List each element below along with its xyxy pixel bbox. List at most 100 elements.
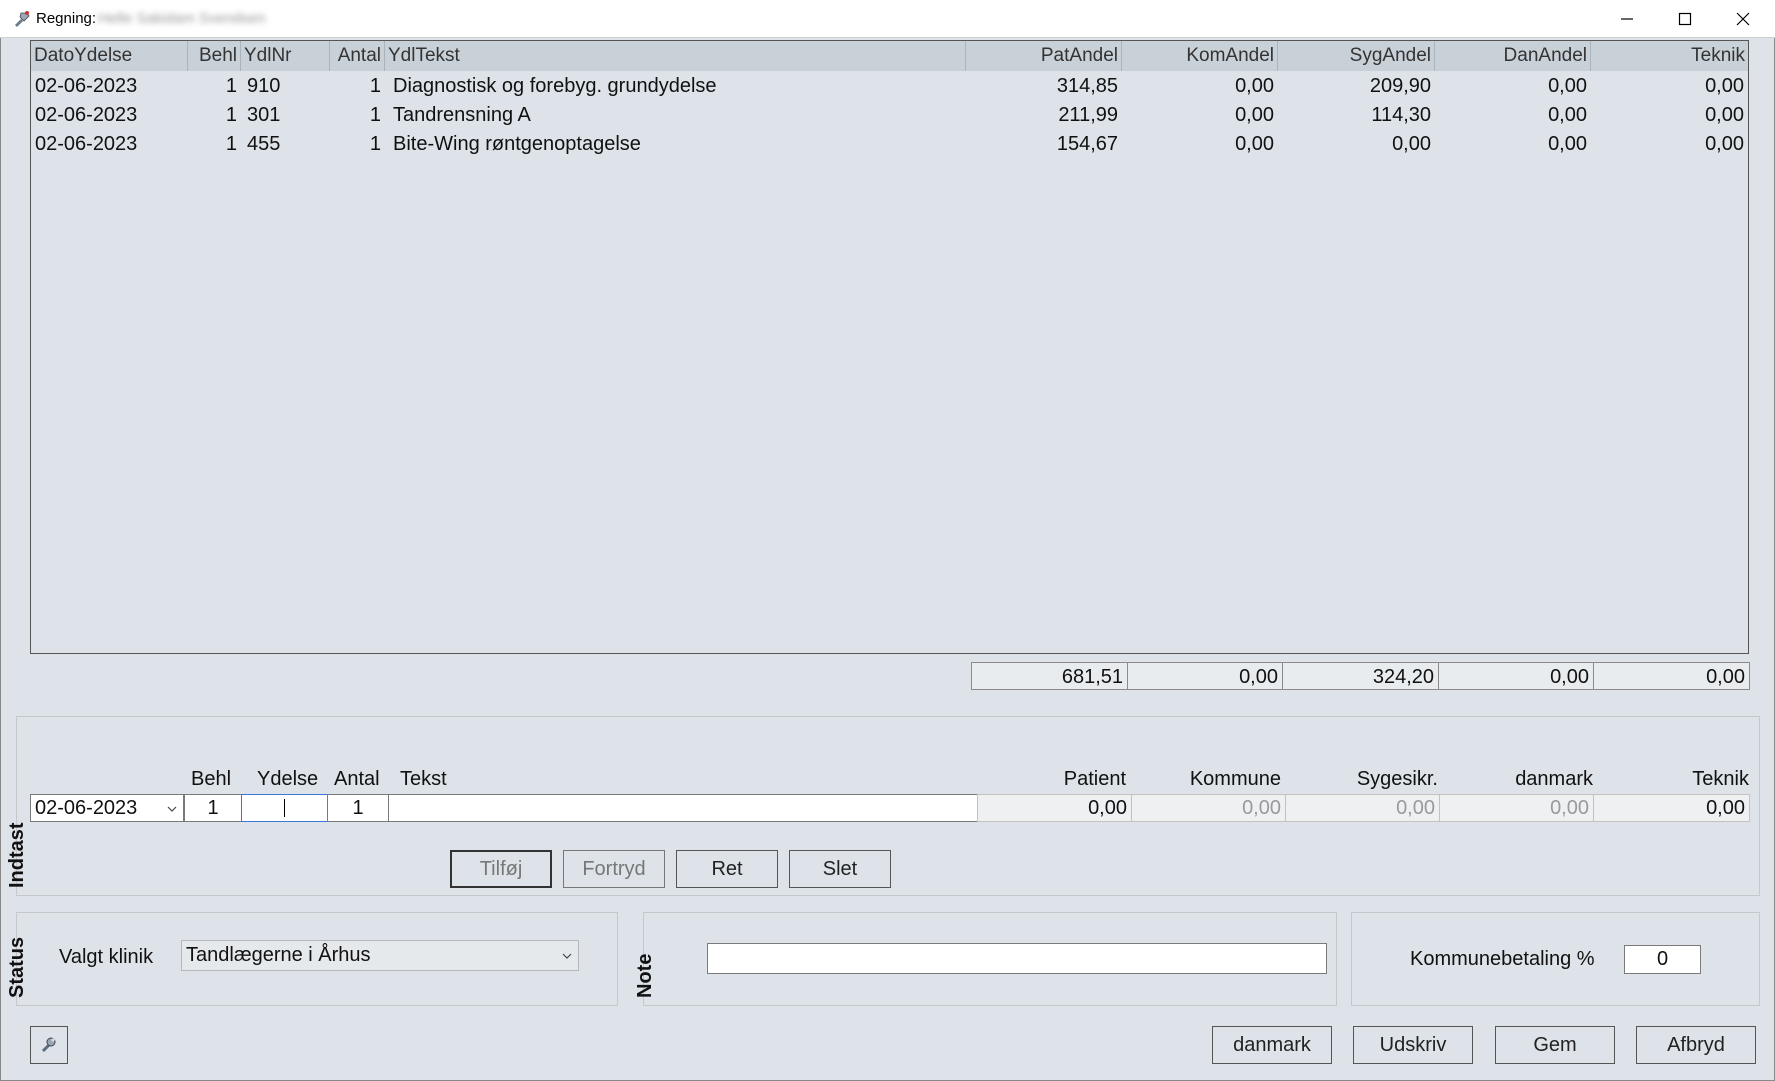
behl-input[interactable]: 1	[184, 794, 242, 822]
klinik-label: Valgt klinik	[59, 946, 154, 968]
ret-button[interactable]: Ret	[676, 850, 778, 888]
total-danandel: 0,00	[1438, 662, 1594, 690]
cell-antal: 1	[369, 75, 381, 97]
header-antal: Antal	[334, 768, 380, 790]
cell-sygandel: 209,90	[1369, 75, 1431, 97]
header-tekst: Tekst	[400, 768, 447, 790]
sygesikr-amount: 0,00	[1285, 794, 1440, 822]
app-icon	[15, 11, 30, 27]
ydelser-grid[interactable]: DatoYdelse Behl YdlNr Antal YdlTekst Pat…	[30, 40, 1749, 654]
cell-komandel: 0,00	[1235, 104, 1274, 126]
status-group-label: Status	[6, 936, 28, 998]
patient-amount[interactable]: 0,00	[977, 794, 1132, 822]
title-bar: Regning: Helle Sakidam Svendsen	[0, 0, 1775, 38]
udskriv-button[interactable]: Udskriv	[1353, 1026, 1473, 1064]
maximize-icon	[1678, 12, 1692, 26]
cell-danandel: 0,00	[1548, 133, 1587, 155]
total-sygandel: 324,20	[1282, 662, 1439, 690]
header-sygesikr: Sygesikr.	[1356, 768, 1438, 790]
header-behl: Behl	[191, 768, 232, 790]
header-patient: Patient	[1063, 768, 1126, 790]
danmark-amount: 0,00	[1439, 794, 1594, 822]
col-header-behl[interactable]: Behl	[188, 41, 241, 71]
cell-patandel: 314,85	[1056, 75, 1118, 97]
date-picker[interactable]: 02-06-2023	[30, 794, 184, 822]
table-row[interactable]: 02-06-2023 1 301 1 Tandrensning A 211,99…	[31, 101, 1748, 130]
cell-antal: 1	[369, 133, 381, 155]
col-header-patandel[interactable]: PatAndel	[966, 41, 1122, 71]
col-header-teknik[interactable]: Teknik	[1591, 41, 1748, 71]
cell-antal: 1	[369, 104, 381, 126]
close-button[interactable]	[1714, 0, 1772, 38]
cell-ydltekst: Tandrensning A	[393, 104, 531, 126]
cell-behl: 1	[225, 133, 237, 155]
tool-button[interactable]	[30, 1026, 68, 1064]
tilfoj-button[interactable]: Tilføj	[450, 850, 552, 888]
fortryd-button[interactable]: Fortryd	[563, 850, 665, 888]
cell-ydlnr: 455	[247, 133, 281, 155]
col-header-sygandel[interactable]: SygAndel	[1278, 41, 1435, 71]
indtast-group-label: Indtast	[6, 822, 28, 888]
klinik-select[interactable]: Tandlægerne i Århus	[181, 940, 579, 971]
cell-danandel: 0,00	[1548, 75, 1587, 97]
col-header-danandel[interactable]: DanAndel	[1435, 41, 1591, 71]
chevron-down-icon[interactable]	[562, 951, 572, 961]
cell-komandel: 0,00	[1235, 75, 1274, 97]
ydelse-input[interactable]	[241, 794, 328, 822]
col-header-ydltekst[interactable]: YdlTekst	[385, 41, 966, 71]
cell-teknik: 0,00	[1705, 75, 1744, 97]
kommune-amount: 0,00	[1131, 794, 1286, 822]
klinik-value: Tandlægerne i Århus	[186, 944, 371, 966]
col-header-ydlnr[interactable]: YdlNr	[241, 41, 330, 71]
cell-patandel: 154,67	[1056, 133, 1118, 155]
window-title-patient-name: Helle Sakidam Svendsen	[98, 10, 266, 27]
cell-patandel: 211,99	[1058, 104, 1118, 126]
total-teknik: 0,00	[1593, 662, 1750, 690]
table-row[interactable]: 02-06-2023 1 455 1 Bite-Wing røntgenopta…	[31, 130, 1748, 159]
cell-danandel: 0,00	[1548, 104, 1587, 126]
cell-dato: 02-06-2023	[35, 75, 138, 97]
cell-sygandel: 114,30	[1371, 104, 1431, 126]
cell-ydltekst: Diagnostisk og forebyg. grundydelse	[393, 75, 717, 97]
teknik-amount[interactable]: 0,00	[1593, 794, 1750, 822]
close-icon	[1736, 12, 1750, 26]
header-danmark: danmark	[1515, 768, 1593, 790]
tool-icon	[41, 1037, 56, 1053]
grid-header: DatoYdelse Behl YdlNr Antal YdlTekst Pat…	[31, 41, 1748, 71]
col-header-komandel[interactable]: KomAndel	[1122, 41, 1278, 71]
gem-button[interactable]: Gem	[1495, 1026, 1615, 1064]
tekst-input[interactable]	[388, 794, 978, 822]
cell-ydltekst: Bite-Wing røntgenoptagelse	[393, 133, 641, 155]
chevron-down-icon[interactable]	[167, 804, 177, 814]
kommunebetaling-input[interactable]: 0	[1624, 945, 1701, 974]
slet-button[interactable]: Slet	[789, 850, 891, 888]
kommunebetaling-label: Kommunebetaling %	[1410, 948, 1595, 970]
note-input[interactable]	[707, 943, 1327, 974]
total-patandel: 681,51	[971, 662, 1128, 690]
minimize-icon	[1621, 18, 1633, 20]
table-row[interactable]: 02-06-2023 1 910 1 Diagnostisk og foreby…	[31, 72, 1748, 101]
maximize-button[interactable]	[1656, 0, 1714, 38]
note-group-label: Note	[634, 953, 656, 998]
afbryd-button[interactable]: Afbryd	[1636, 1026, 1756, 1064]
window-title-label: Regning:	[36, 10, 97, 27]
cell-dato: 02-06-2023	[35, 133, 138, 155]
date-value: 02-06-2023	[35, 797, 138, 819]
cell-ydlnr: 301	[247, 104, 281, 126]
cell-behl: 1	[225, 104, 237, 126]
danmark-button[interactable]: danmark	[1212, 1026, 1332, 1064]
col-header-datoydelse[interactable]: DatoYdelse	[31, 41, 188, 71]
minimize-button[interactable]	[1598, 0, 1656, 38]
cell-dato: 02-06-2023	[35, 104, 138, 126]
cell-behl: 1	[225, 75, 237, 97]
antal-input[interactable]: 1	[327, 794, 389, 822]
cell-ydlnr: 910	[247, 75, 281, 97]
text-caret	[284, 799, 285, 817]
cell-teknik: 0,00	[1705, 133, 1744, 155]
col-header-antal[interactable]: Antal	[330, 41, 385, 71]
cell-sygandel: 0,00	[1392, 133, 1431, 155]
total-komandel: 0,00	[1127, 662, 1283, 690]
cell-teknik: 0,00	[1705, 104, 1744, 126]
header-kommune: Kommune	[1189, 768, 1281, 790]
header-teknik: Teknik	[1692, 768, 1749, 790]
